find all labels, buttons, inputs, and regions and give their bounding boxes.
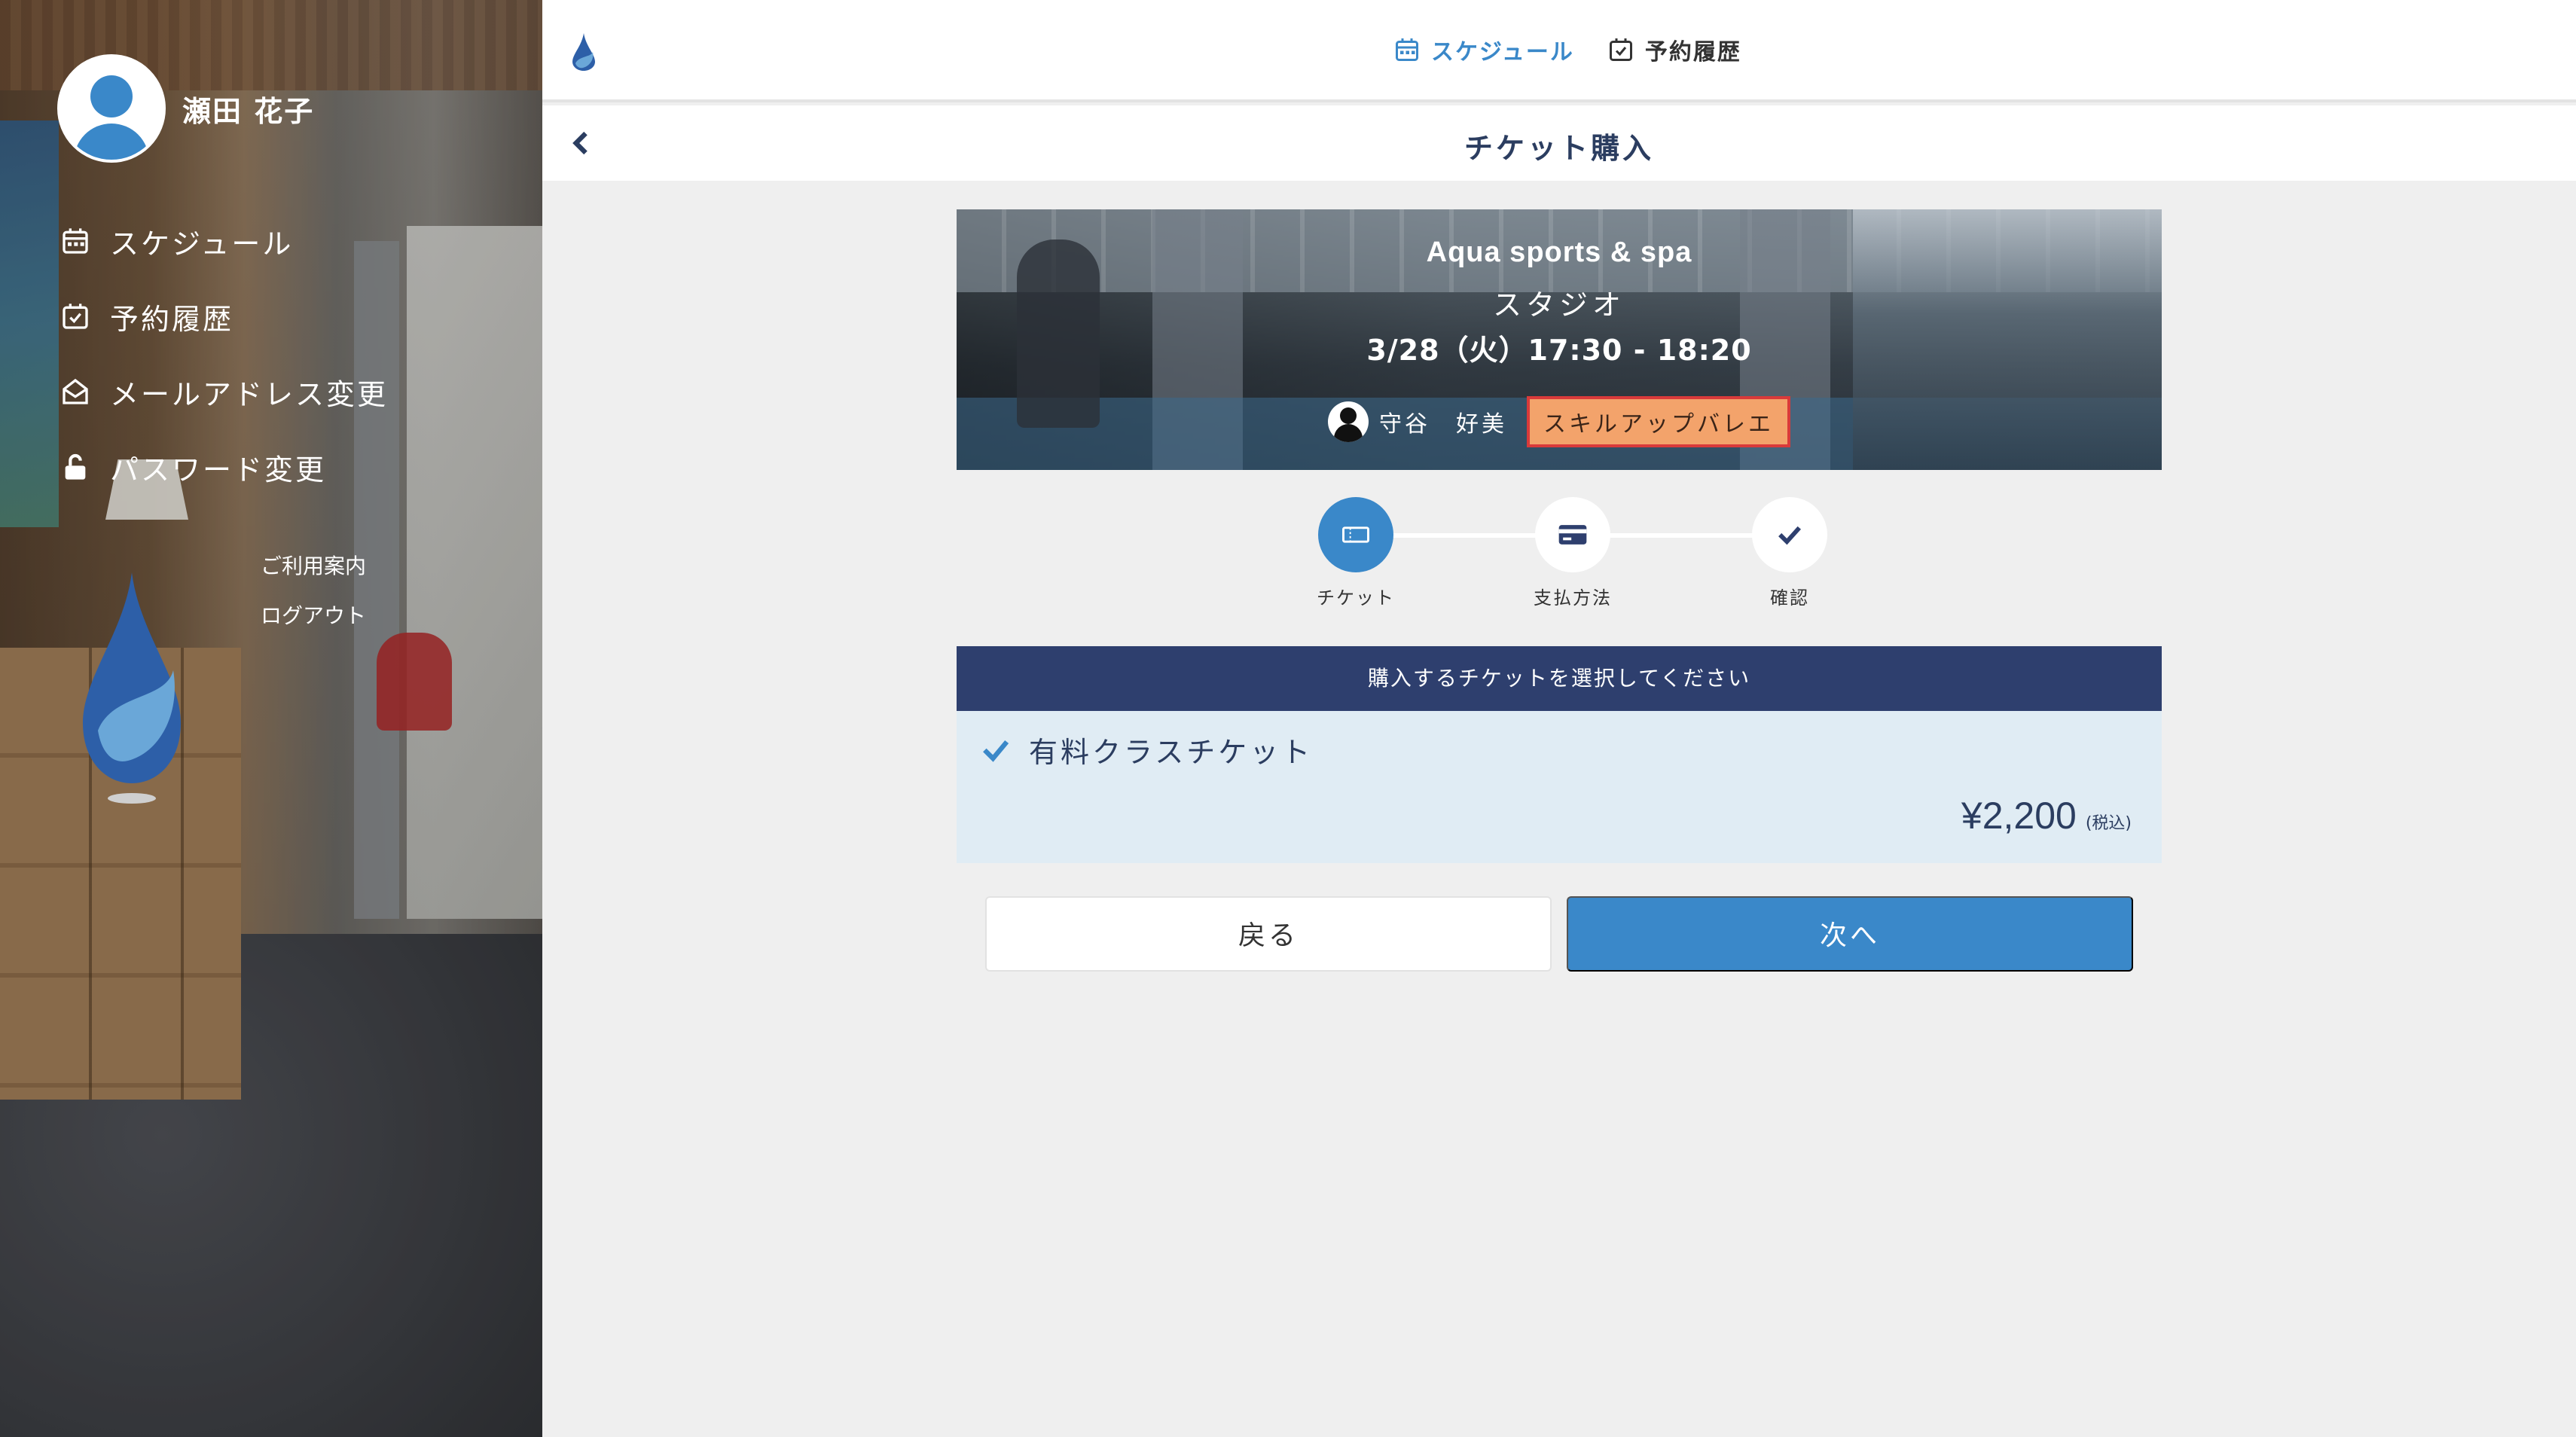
sidebar-item-schedule[interactable]: スケジュール — [60, 203, 388, 279]
ticket-icon — [1342, 526, 1369, 543]
top-nav-label: スケジュール — [1431, 39, 1574, 66]
user-profile: 瀬田 花子 — [57, 54, 314, 163]
sidebar-item-label: 予約履歴 — [110, 302, 234, 336]
step-ticket: チケット — [1280, 497, 1431, 609]
page-title: チケット購入 — [1463, 132, 1654, 165]
ticket-price: ¥2,200 (税込) — [1961, 794, 2132, 837]
sidebar-item-password-change[interactable]: パスワード変更 — [60, 429, 388, 505]
brand-logo-icon — [83, 572, 181, 804]
calendar-icon — [1396, 38, 1418, 61]
credit-card-icon — [1558, 525, 1587, 545]
step-circle — [1752, 497, 1827, 572]
ticket-option[interactable]: 有料クラスチケット ¥2,200 (税込) — [957, 711, 2162, 863]
top-nav: スケジュール 予約履歴 — [1393, 33, 1741, 66]
page-header: チケット購入 — [542, 105, 2576, 181]
brand-logo-icon[interactable] — [572, 33, 595, 71]
sidebar-item-label: スケジュール — [110, 227, 294, 261]
progress-stepper: チケット 支払方法 確認 — [1280, 497, 1853, 610]
next-button[interactable]: 次へ — [1567, 896, 2133, 972]
step-payment: 支払方法 — [1497, 497, 1648, 609]
avatar-head — [90, 75, 133, 117]
lesson-datetime: 3/28（火）17:30 - 18:20 — [1366, 334, 1752, 367]
sidebar-links: ご利用案内 ログアウト — [261, 550, 366, 649]
facility-name: Aqua sports & spa — [1426, 236, 1692, 268]
step-circle — [1318, 497, 1393, 572]
top-nav-schedule[interactable]: スケジュール — [1393, 33, 1574, 66]
logout-link[interactable]: ログアウト — [261, 600, 366, 649]
step-confirm: 確認 — [1714, 497, 1865, 609]
instructor-avatar-icon — [1328, 401, 1369, 442]
back-button[interactable]: 戻る — [985, 896, 1552, 972]
lesson-meta: 守谷 好美 スキルアップバレエ — [957, 396, 2162, 447]
calendar-icon — [63, 228, 88, 254]
lesson-banner: Aqua sports & spa スタジオ 3/28（火）17:30 - 18… — [957, 209, 2162, 470]
top-nav-label: 予約履歴 — [1644, 39, 1741, 66]
ticket-panel-header: 購入するチケットを選択してください — [957, 646, 2162, 711]
sidebar-item-label: メールアドレス変更 — [110, 377, 389, 411]
step-label: チケット — [1317, 587, 1395, 609]
envelope-open-icon — [63, 378, 88, 404]
sidebar-item-email-change[interactable]: メールアドレス変更 — [60, 354, 388, 429]
unlock-icon — [65, 453, 86, 480]
program-tag: スキルアップバレエ — [1527, 396, 1790, 447]
sidebar-item-history[interactable]: 予約履歴 — [60, 279, 388, 354]
sidebar-nav: スケジュール 予約履歴 メールアドレス変更 パスワード変更 — [60, 203, 388, 505]
avatar[interactable] — [57, 54, 166, 163]
top-nav-history[interactable]: 予約履歴 — [1607, 33, 1741, 66]
check-icon — [983, 740, 1009, 762]
step-circle — [1535, 497, 1610, 572]
ticket-tax-note: (税込) — [2085, 814, 2132, 833]
calendar-check-icon — [1609, 38, 1632, 61]
sidebar: 瀬田 花子 スケジュール 予約履歴 メールアドレス変更 パスワード変更 ご利用案… — [0, 0, 542, 1437]
room-name: スタジオ — [1492, 288, 1625, 322]
lesson-info: Aqua sports & spa スタジオ 3/28（火）17:30 - 18… — [957, 236, 2162, 372]
guide-link[interactable]: ご利用案内 — [261, 550, 366, 600]
instructor-name: 守谷 好美 — [1379, 411, 1507, 438]
step-label: 支払方法 — [1534, 587, 1612, 609]
calendar-check-icon — [63, 304, 88, 329]
sidebar-item-label: パスワード変更 — [110, 453, 327, 487]
step-label: 確認 — [1770, 587, 1809, 609]
ticket-price-amount: ¥2,200 — [1961, 795, 2077, 837]
avatar-body — [74, 124, 149, 160]
ticket-name: 有料クラスチケット — [1029, 736, 1314, 769]
check-icon — [1778, 526, 1802, 545]
user-name: 瀬田 花子 — [182, 94, 315, 128]
top-bar: スケジュール 予約履歴 — [542, 0, 2576, 102]
